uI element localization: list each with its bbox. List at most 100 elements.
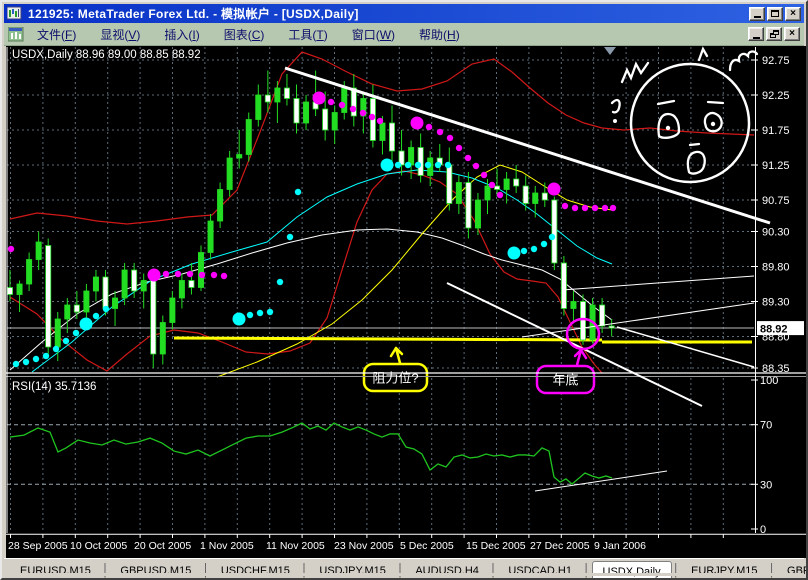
sar-dot-magenta (7, 245, 15, 253)
close-button[interactable]: × (785, 6, 801, 21)
sar-dot-cyan (256, 309, 264, 317)
candle (207, 214, 214, 260)
sar-dot-cyan (414, 161, 422, 169)
annotation-text: 阻力位? (372, 371, 418, 386)
annotation-text: 年底 (552, 373, 578, 388)
tab-divider: │ (489, 563, 498, 577)
tab-divider: │ (672, 563, 681, 577)
metatrader-window: 121925: MetaTrader Forex Ltd. - 模拟帐户 - [… (0, 0, 808, 580)
sar-dot-cyan (12, 360, 20, 368)
sar-dot-cyan (286, 233, 294, 241)
sar-dot-magenta (327, 98, 335, 106)
date-label: 15 Dec 2005 (466, 540, 526, 552)
sar-dot-magenta (480, 171, 488, 179)
sar-dot-magenta (609, 204, 617, 212)
chart-tab-audusd-h4[interactable]: AUDUSD,H4 (405, 562, 489, 578)
chart-tab-usdcad-h1[interactable]: USDCAD,H1 (498, 562, 582, 578)
minimize-button[interactable] (749, 6, 765, 21)
price-tick-label: 90.75 (762, 195, 790, 207)
sar-dot-cyan (266, 308, 274, 316)
doodle-dot (613, 119, 617, 123)
candle (226, 151, 233, 197)
minimize-icon (752, 32, 760, 39)
chart-tab-gbpchf-m15[interactable]: GBPCHF,M15 (777, 562, 806, 578)
price-tick-label: 89.80 (762, 262, 790, 274)
tab-divider: │ (202, 563, 210, 577)
tab-divider: │ (768, 563, 777, 577)
chart-tab-eurusd-m15[interactable]: EURUSD,M15 (10, 562, 101, 578)
child-close-button[interactable]: × (784, 27, 800, 41)
sar-dot-magenta (581, 204, 589, 212)
child-restore-button[interactable] (766, 27, 782, 41)
date-label: 23 Nov 2005 (334, 540, 394, 552)
menu-item-f[interactable]: 文件(F) (28, 24, 85, 45)
sar-dot-magenta (359, 109, 367, 117)
rsi-tick-label: 0 (760, 524, 766, 536)
sar-dot-cyan (246, 311, 254, 319)
menu-item-v[interactable]: 显视(V) (91, 24, 149, 45)
chart-tab-gbpusd-m15[interactable]: GBPUSD,M15 (110, 562, 201, 578)
sar-dot-magenta (312, 91, 326, 105)
menu-item-h[interactable]: 帮助(H) (410, 24, 469, 45)
sar-dot-cyan (42, 352, 50, 360)
menu-item-i[interactable]: 插入(I) (155, 24, 208, 45)
candle (197, 245, 204, 291)
chart-tab-usdx-daily[interactable]: USDX,Daily (591, 561, 672, 578)
price-tick-label: 92.25 (762, 90, 790, 102)
menu-item-t[interactable]: 工具(T) (279, 24, 336, 45)
sar-dot-cyan (294, 188, 302, 196)
close-icon: × (789, 28, 795, 39)
resistance-line (173, 336, 603, 342)
tab-divider: │ (101, 563, 110, 577)
rsi-tick-label: 30 (760, 479, 772, 491)
sar-dot-cyan (404, 161, 412, 169)
menu-bar: 文件(F) 显视(V) 插入(I) 图表(C) 工具(T) 窗口(W) 帮助(H) × (4, 23, 804, 46)
sar-dot-magenta (436, 128, 444, 136)
doodle-stroke (688, 142, 701, 147)
candle (217, 182, 224, 228)
sar-dot-magenta (174, 270, 182, 278)
menu-item-c[interactable]: 图表(C) (215, 24, 274, 45)
sar-dot-cyan (232, 312, 246, 326)
sar-dot-cyan (62, 337, 70, 345)
maximize-button[interactable] (767, 6, 783, 21)
doodle-dot (665, 125, 671, 131)
sar-dot-cyan (102, 305, 110, 313)
sar-dot-cyan (276, 278, 284, 286)
child-minimize-button[interactable] (748, 27, 764, 41)
rsi-tick-label: 70 (760, 420, 772, 432)
sar-dot-cyan (540, 240, 548, 248)
chart-tab-eurjpy-m15[interactable]: EURJPY,M15 (681, 562, 767, 578)
candle (245, 112, 252, 162)
title-bar[interactable]: 121925: MetaTrader Forex Ltd. - 模拟帐户 - [… (4, 4, 804, 23)
chart-tab-usdjpy-m15[interactable]: USDJPY,M15 (309, 562, 395, 578)
rsi-tick-label: 100 (760, 375, 778, 387)
date-label: 1 Nov 2005 (200, 540, 254, 552)
date-label: 9 Jan 2006 (594, 540, 646, 552)
chart-canvas[interactable]: 阻力位? 年底 92.75 92.25 91.75 91.25 90.75 90.30 89.8… (2, 46, 808, 558)
sar-dot-cyan (22, 358, 30, 366)
sar-dot-magenta (571, 204, 579, 212)
close-icon: × (790, 7, 796, 19)
menu-item-w[interactable]: 窗口(W) (343, 24, 404, 45)
sar-dot-cyan (424, 161, 432, 169)
sar-dot-magenta (186, 270, 194, 278)
sar-dot-magenta (147, 268, 161, 282)
price-tick-label: 88.35 (762, 363, 790, 375)
chart-window-icon (7, 26, 24, 42)
candle (560, 256, 567, 316)
sar-dot-magenta (561, 202, 569, 210)
chart-tab-usdchf-m15[interactable]: USDCHF,M15 (211, 562, 300, 578)
tab-divider: │ (300, 563, 309, 577)
date-label: 10 Oct 2005 (70, 540, 127, 552)
sar-dot-magenta (338, 101, 346, 109)
sar-dot-magenta (601, 204, 609, 212)
date-label: 27 Dec 2005 (530, 540, 590, 552)
window-title: 121925: MetaTrader Forex Ltd. - 模拟帐户 - [… (28, 7, 359, 21)
sar-dot-magenta (368, 113, 376, 121)
sar-dot-cyan (434, 161, 442, 169)
price-tick-label: 91.75 (762, 125, 790, 137)
price-tick-label: 92.75 (762, 55, 790, 67)
sar-dot-magenta (496, 191, 504, 199)
sar-dot-magenta (198, 271, 206, 279)
